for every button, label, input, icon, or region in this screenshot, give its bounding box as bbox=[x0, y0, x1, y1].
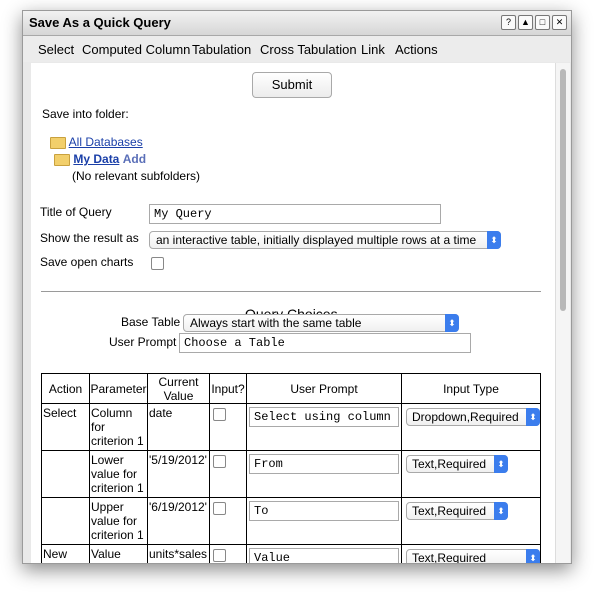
current-value-cell: units*sales bbox=[149, 547, 208, 561]
vertical-scrollbar[interactable] bbox=[555, 63, 570, 563]
input-type-select[interactable]: Dropdown,Required ⬍ bbox=[406, 408, 540, 426]
menu-bar: Select Computed Column Tabulation Cross … bbox=[23, 36, 571, 62]
show-result-value: an interactive table, initially displaye… bbox=[156, 233, 477, 247]
help-button[interactable]: ? bbox=[501, 15, 516, 30]
input-type-value: Text,Required bbox=[412, 551, 487, 563]
current-value-cell: date bbox=[149, 406, 173, 420]
close-button[interactable]: ✕ bbox=[552, 15, 567, 30]
menu-tabulation[interactable]: Tabulation bbox=[192, 42, 251, 57]
my-data-link[interactable]: My Data bbox=[73, 152, 119, 166]
input-type-select[interactable]: Text,Required ⬍ bbox=[406, 549, 540, 563]
maximize-button[interactable]: □ bbox=[535, 15, 550, 30]
divider bbox=[41, 291, 541, 292]
add-folder-link[interactable]: Add bbox=[123, 152, 146, 166]
table-row: Upper value for criterion 1 '6/19/2012' … bbox=[41, 497, 541, 545]
window-title: Save As a Quick Query bbox=[29, 15, 171, 30]
header-current-value: Current Value bbox=[147, 373, 210, 404]
header-parameter: Parameter bbox=[89, 373, 148, 404]
action-cell bbox=[42, 498, 89, 502]
submit-button[interactable]: Submit bbox=[252, 72, 332, 98]
user-prompt-input[interactable]: Choose a Table bbox=[179, 333, 471, 353]
collapse-button[interactable]: ▲ bbox=[518, 15, 533, 30]
parameters-table: Action Parameter Current Value Input? Us… bbox=[41, 373, 541, 563]
folder-icon bbox=[50, 136, 66, 149]
chevron-updown-icon: ⬍ bbox=[526, 408, 540, 426]
chevron-updown-icon: ⬍ bbox=[445, 314, 459, 332]
chevron-updown-icon: ⬍ bbox=[526, 549, 540, 563]
prompt-input[interactable]: To bbox=[249, 501, 399, 521]
show-result-select[interactable]: an interactive table, initially displaye… bbox=[149, 231, 501, 249]
action-cell bbox=[42, 451, 89, 455]
input-type-value: Text,Required bbox=[412, 504, 487, 518]
folder-icon bbox=[54, 153, 70, 166]
input-checkbox[interactable] bbox=[213, 549, 226, 562]
chevron-updown-icon: ⬍ bbox=[494, 502, 508, 520]
prompt-input[interactable]: Value bbox=[249, 548, 399, 563]
header-input-type: Input Type bbox=[401, 373, 541, 404]
base-table-select[interactable]: Always start with the same table ⬍ bbox=[183, 314, 459, 332]
menu-computed-column[interactable]: Computed Column bbox=[82, 42, 190, 57]
prompt-input[interactable]: Select using column bbox=[249, 407, 399, 427]
action-cell: New Column bbox=[43, 547, 84, 563]
current-value-cell: '5/19/2012' bbox=[149, 453, 207, 467]
base-table-value: Always start with the same table bbox=[190, 316, 362, 330]
menu-actions[interactable]: Actions bbox=[395, 42, 438, 57]
input-type-select[interactable]: Text,Required ⬍ bbox=[406, 455, 508, 473]
action-cell: Select bbox=[43, 406, 77, 420]
dialog-content: Submit Save into folder: All Databases M… bbox=[31, 63, 555, 563]
title-bar[interactable]: Save As a Quick Query ? ▲ □ ✕ bbox=[23, 11, 571, 36]
save-into-folder-label: Save into folder: bbox=[42, 107, 129, 121]
chevron-updown-icon: ⬍ bbox=[494, 455, 508, 473]
menu-cross-tabulation[interactable]: Cross Tabulation bbox=[260, 42, 357, 57]
dialog-window: Save As a Quick Query ? ▲ □ ✕ Select Com… bbox=[22, 10, 572, 564]
chevron-updown-icon: ⬍ bbox=[487, 231, 501, 249]
no-subfolders-text: (No relevant subfolders) bbox=[72, 169, 201, 183]
base-table-label: Base Table bbox=[121, 315, 181, 329]
input-type-value: Text,Required bbox=[412, 457, 487, 471]
current-value-cell: '6/19/2012' bbox=[149, 500, 207, 514]
menu-select[interactable]: Select bbox=[38, 42, 74, 57]
input-type-value: Dropdown,Required bbox=[412, 410, 519, 424]
title-input[interactable]: My Query bbox=[149, 204, 441, 224]
input-checkbox[interactable] bbox=[213, 455, 226, 468]
header-input: Input? bbox=[209, 373, 247, 404]
user-prompt-label: User Prompt bbox=[109, 335, 177, 349]
header-action: Action bbox=[41, 373, 90, 404]
input-type-select[interactable]: Text,Required ⬍ bbox=[406, 502, 508, 520]
table-row: Select Column for criterion 1 date Selec… bbox=[41, 403, 541, 451]
parameter-cell: Lower value for criterion 1 bbox=[91, 453, 144, 495]
scrollbar-thumb[interactable] bbox=[560, 69, 566, 311]
prompt-input[interactable]: From bbox=[249, 454, 399, 474]
table-row: Lower value for criterion 1 '5/19/2012' … bbox=[41, 450, 541, 498]
menu-link[interactable]: Link bbox=[361, 42, 385, 57]
input-checkbox[interactable] bbox=[213, 502, 226, 515]
all-databases-link[interactable]: All Databases bbox=[69, 135, 143, 149]
header-user-prompt: User Prompt bbox=[246, 373, 402, 404]
parameter-cell: Column for criterion 1 bbox=[91, 406, 144, 448]
input-checkbox[interactable] bbox=[213, 408, 226, 421]
title-label: Title of Query bbox=[40, 205, 112, 219]
show-result-label: Show the result as bbox=[40, 231, 139, 245]
parameter-cell: Value bbox=[91, 547, 121, 561]
save-charts-checkbox[interactable] bbox=[151, 257, 164, 270]
table-row: New Column Value units*sales Value Text,… bbox=[41, 544, 541, 563]
save-charts-label: Save open charts bbox=[40, 255, 134, 269]
parameter-cell: Upper value for criterion 1 bbox=[91, 500, 144, 542]
